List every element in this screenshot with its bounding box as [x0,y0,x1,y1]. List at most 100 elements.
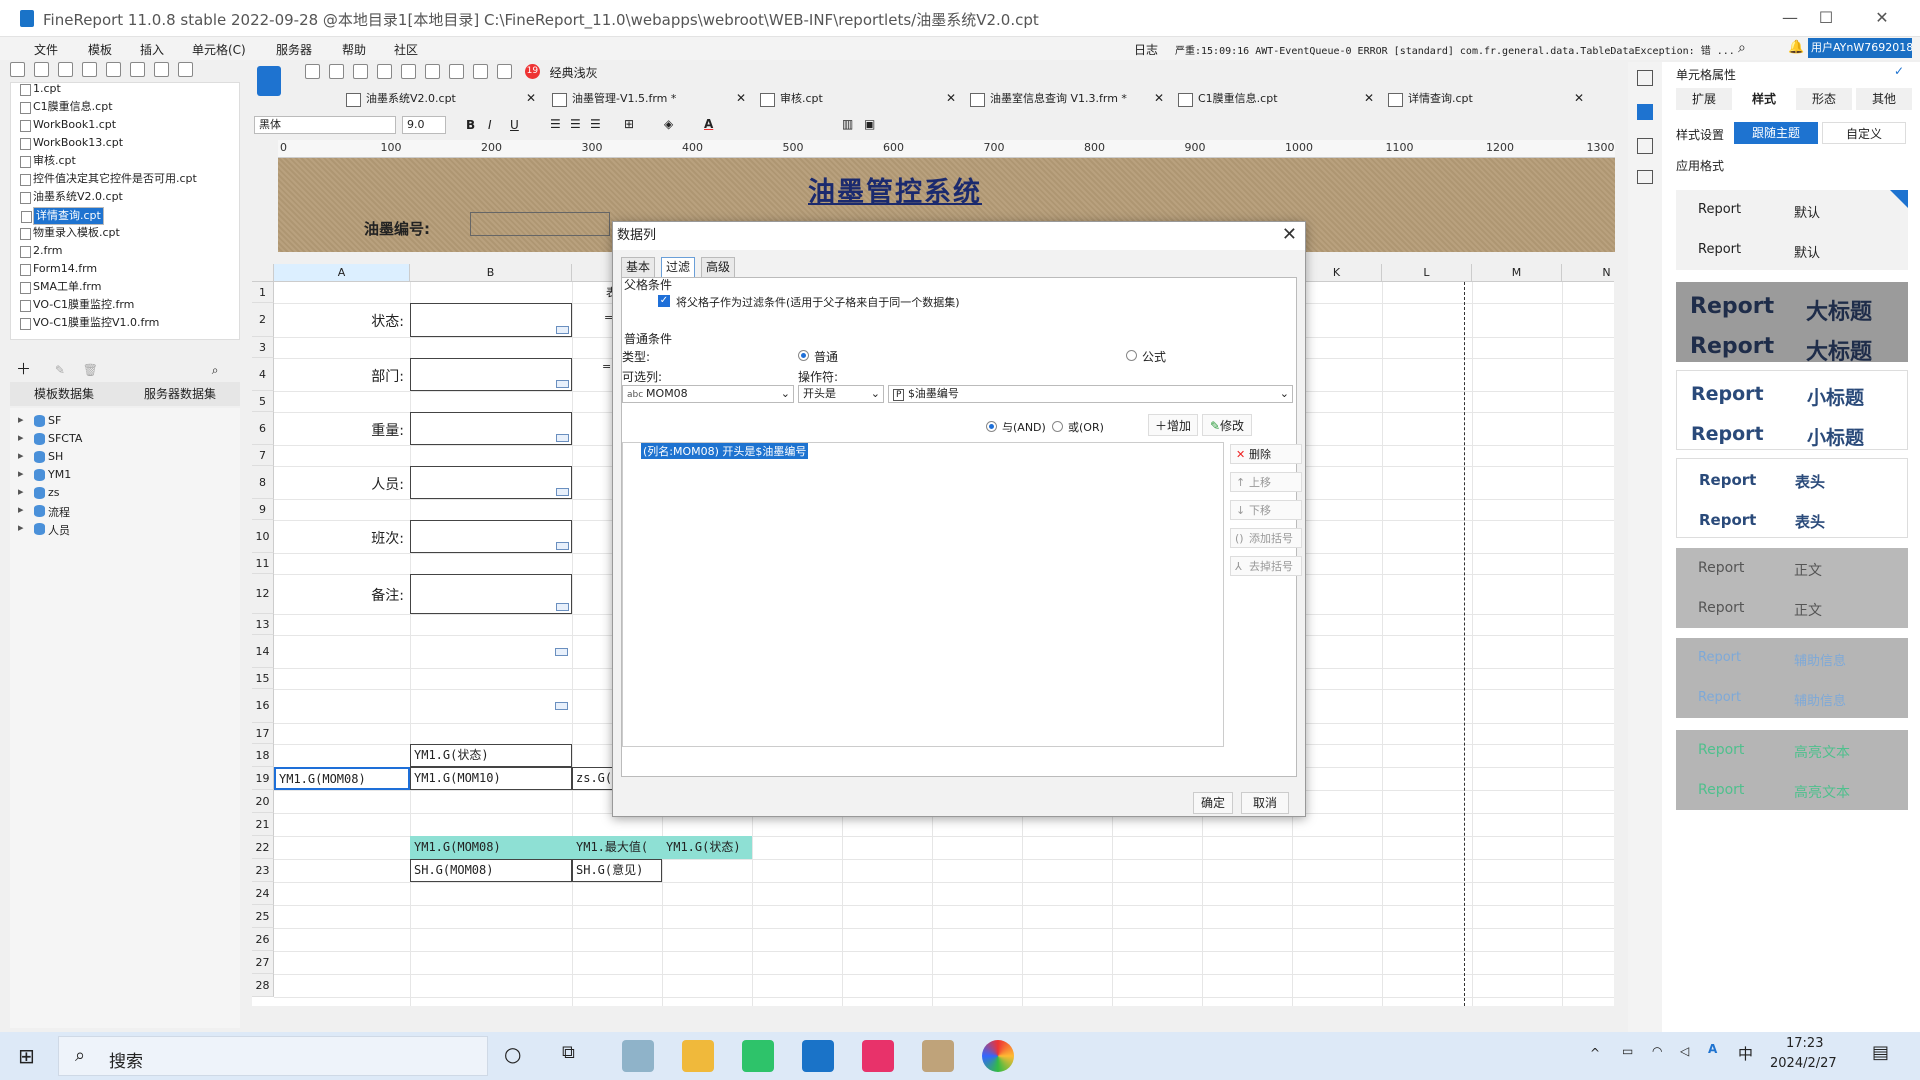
wifi-icon[interactable]: ◠ [1652,1044,1662,1058]
tab-basic[interactable]: 基本 [621,257,656,277]
report-cell[interactable]: SH.G(意见) [572,859,662,882]
delete-condition-button[interactable]: ✕ 删除 [1230,444,1302,464]
wechat-work-icon[interactable] [742,1040,774,1072]
delete-dataset-icon[interactable]: 🗑 [83,363,98,377]
windows-start-icon[interactable]: ⊞ [18,1044,35,1068]
row-header[interactable]: 8 [252,466,274,499]
close-tab-icon[interactable]: ✕ [1154,91,1164,105]
style-preset-card[interactable]: Report 高亮文本 Report 高亮文本 [1676,730,1908,810]
task-view-icon[interactable]: ⧉ [562,1042,575,1063]
clock-time[interactable]: 17:23 [1786,1036,1823,1051]
tab-doc-3[interactable]: 油墨室信息查询 V1.3.frm * [966,88,1127,110]
align-right-icon[interactable]: ☰ [590,117,601,131]
row-header[interactable]: 6 [252,412,274,445]
row-header[interactable]: 10 [252,520,274,553]
type-normal-radio[interactable] [798,350,809,361]
dataset-item[interactable]: zs [19,485,60,499]
ime-mode-icon[interactable]: A [1708,1042,1717,1056]
row-header[interactable]: 11 [252,553,274,574]
custom-style-button[interactable]: 自定义 [1822,122,1906,144]
condition-icon[interactable] [1637,138,1653,154]
locate-icon[interactable] [154,62,169,77]
align-left-icon[interactable]: ☰ [550,117,561,131]
font-size-select[interactable]: 9.0 [402,116,446,134]
chrome-icon[interactable] [982,1040,1014,1072]
cell-attr-icon[interactable] [1637,70,1653,86]
form-widget-box[interactable] [410,412,572,445]
row-header[interactable]: 23 [252,859,274,882]
dropdown-widget-icon[interactable] [556,380,569,388]
battery-icon[interactable]: ▭ [1622,1044,1633,1058]
file-tree-item[interactable]: C1膜重信息.cpt [20,99,113,115]
fill-color-icon[interactable]: ◈ [664,117,673,131]
modify-condition-button[interactable]: ✎修改 [1202,414,1252,436]
row-header[interactable]: 19 [252,767,274,790]
parent-filter-checkbox[interactable]: ✓ [658,295,670,307]
delete-icon[interactable] [106,62,121,77]
tab-doc-5[interactable]: 详情查询.cpt [1384,88,1473,110]
dropdown-widget-icon[interactable] [556,603,569,611]
form-widget-box[interactable] [410,358,572,391]
style-preset-card[interactable]: Report 默认 Report 默认 [1676,190,1908,270]
button-widget-icon[interactable] [555,647,568,656]
report-cell[interactable]: YM1.G(MOM08) [274,767,410,790]
ok-button[interactable]: 确定 [1193,792,1233,814]
clock-date[interactable]: 2024/2/27 [1770,1056,1837,1071]
column-select[interactable]: abc MOM08 ⌄ [622,385,794,403]
horizontal-scrollbar[interactable] [252,1006,1614,1022]
maximize-button[interactable]: ☐ [1806,6,1846,30]
column-header[interactable]: A [274,264,410,282]
widget-icon[interactable] [1637,104,1653,120]
report-cell[interactable]: YM1.最大值( [572,836,662,859]
dataset-item[interactable]: SF [17,413,61,427]
close-icon[interactable] [178,62,193,77]
file-tree-item[interactable]: SMA工单.frm [19,279,101,295]
cortana-icon[interactable]: ○ [504,1042,521,1066]
copy-icon[interactable] [130,62,145,77]
search-dataset-icon[interactable]: ⌕ [212,363,219,377]
dropdown-widget-icon[interactable] [556,542,569,550]
form-widget-box[interactable] [410,520,572,553]
close-tab-icon[interactable]: ✕ [1364,91,1374,105]
add-condition-button[interactable]: ＋增加 [1148,414,1198,436]
row-header[interactable]: 22 [252,836,274,859]
form-widget-box[interactable] [410,303,572,337]
row-header[interactable]: 7 [252,445,274,466]
dropdown-widget-icon[interactable] [556,434,569,442]
operator-select[interactable]: 开头是 ⌄ [798,385,884,403]
menu-file[interactable]: 文件 [34,41,58,58]
row-header[interactable]: 20 [252,790,274,813]
row-header[interactable]: 5 [252,391,274,412]
font-family-select[interactable]: 黑体 [254,116,396,134]
pin-icon[interactable]: ✓ [1894,64,1904,78]
preview-icon[interactable] [473,64,488,79]
image-icon[interactable]: ▣ [864,117,875,131]
app-icon-6[interactable] [922,1040,954,1072]
ink-number-input[interactable] [470,212,610,236]
row-header[interactable]: 9 [252,499,274,520]
dialog-close-icon[interactable]: ✕ [1282,224,1297,245]
user-badge[interactable]: 用户AYnW76920187 [1808,38,1912,58]
row-header[interactable]: 3 [252,337,274,358]
undo-icon[interactable] [329,64,344,79]
row-header[interactable]: 21 [252,813,274,836]
tray-chevron-icon[interactable]: ^ [1590,1046,1600,1060]
dropdown-widget-icon[interactable] [556,488,569,496]
form-widget-box[interactable] [410,466,572,499]
file-explorer-icon[interactable] [682,1040,714,1072]
row-header[interactable]: 4 [252,358,274,391]
column-header[interactable]: B [410,264,572,282]
redo-icon[interactable] [353,64,368,79]
menu-community[interactable]: 社区 [394,41,418,58]
edit-dataset-icon[interactable]: ✎ [55,363,65,377]
report-cell[interactable]: YM1.G(MOM08) [410,836,572,859]
menu-help[interactable]: 帮助 [342,41,366,58]
finereport-taskbar-icon[interactable] [802,1040,834,1072]
report-cell[interactable]: YM1.G(MOM10) [410,767,572,790]
add-dataset-icon[interactable]: ＋ [16,360,31,378]
style-preset-card[interactable]: Report 正文 Report 正文 [1676,548,1908,628]
file-tree-item[interactable]: 控件值决定其它控件是否可用.cpt [20,171,197,187]
style-preset-card[interactable]: Report 小标题 Report 小标题 [1676,370,1908,450]
volume-icon[interactable]: ◁ [1680,1044,1689,1058]
dataset-item[interactable]: SH [17,449,63,463]
